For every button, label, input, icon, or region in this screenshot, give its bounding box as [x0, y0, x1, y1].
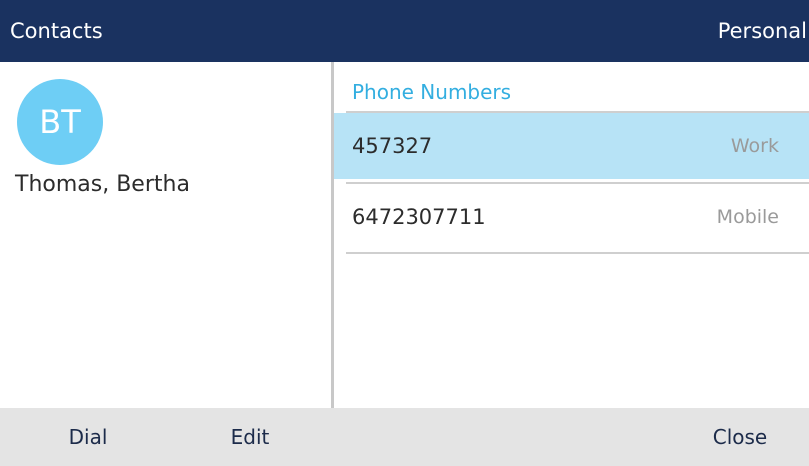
softkey-bar: Dial Edit Close [0, 408, 809, 466]
phone-number-row-mobile[interactable]: 6472307711 Mobile [334, 184, 809, 250]
close-button[interactable]: Close [690, 408, 790, 466]
phone-number: 457327 [352, 134, 433, 158]
phone-type: Work [730, 135, 779, 157]
phone-number: 6472307711 [352, 205, 486, 229]
contact-list-name: Personal [717, 19, 807, 43]
phone-numbers-heading: Phone Numbers [352, 80, 512, 104]
phone-type: Mobile [716, 206, 779, 228]
dial-button[interactable]: Dial [38, 408, 138, 466]
phone-number-row-work[interactable]: 457327 Work [334, 113, 809, 179]
screen-title: Contacts [10, 19, 103, 43]
edit-button[interactable]: Edit [200, 408, 300, 466]
title-bar: Contacts Personal [0, 0, 809, 62]
avatar: BT [17, 79, 103, 165]
divider [346, 252, 809, 254]
contact-name: Thomas, Bertha [15, 172, 190, 197]
